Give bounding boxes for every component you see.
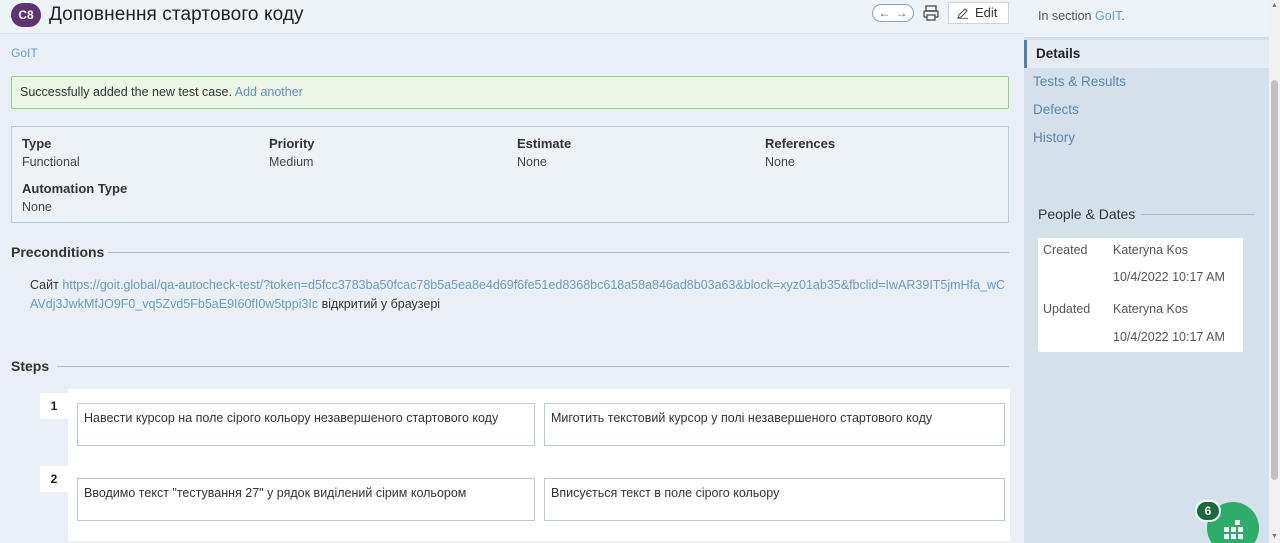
section-link[interactable]: GoIT [1095,9,1121,23]
success-text: Successfully added the new test case. [20,85,232,99]
field-label: References [765,136,836,151]
field-value: None [22,200,52,214]
edit-button[interactable]: Edit [948,2,1009,24]
scrollbar[interactable]: ▲ ▼ [1269,0,1280,543]
field-value: Functional [22,155,80,169]
success-alert: Successfully added the new test case. Ad… [11,76,1009,109]
page-title: Доповнення стартового коду [49,4,304,25]
step-number: 1 [40,393,68,419]
case-navigation: ← → [872,4,914,22]
field-label: Type [22,136,52,151]
next-case-arrow-icon[interactable]: → [893,5,910,21]
in-section-period: . [1121,9,1125,23]
case-header: C8 Доповнення стартового коду ← → Edit [0,0,1024,34]
preconditions-heading: Preconditions [11,244,105,260]
field-label: Priority [269,136,315,151]
divider [57,366,1009,367]
sidebar-item-history[interactable]: History [1024,124,1269,152]
scroll-up-arrow-icon[interactable]: ▲ [1271,2,1278,10]
field-references: References None [765,136,835,169]
case-id-badge: C8 [11,3,41,27]
created-date: 10/4/2022 10:17 AM [1113,270,1225,284]
field-label: Estimate [517,136,572,151]
divider [108,252,1009,253]
sidebar-nav: Details Tests & Results Defects History [1024,40,1269,152]
in-section-label: In section [1038,9,1092,23]
section-breadcrumb[interactable]: GoIT [11,46,38,60]
case-fields-panel: Type Functional Priority Medium Estimate… [11,126,1009,223]
edit-button-label: Edit [975,5,998,20]
divider [1141,214,1254,215]
people-dates-card: Created Kateryna Kos 10/4/2022 10:17 AM … [1038,238,1243,352]
updated-date: 10/4/2022 10:17 AM [1113,330,1225,344]
field-automation-type: Automation Type None [22,181,127,214]
step-expected-result: Вписується текст в поле сірого кольору [544,478,1005,521]
grid-icon [1224,520,1243,539]
step-number: 2 [40,466,68,492]
field-label: Automation Type [22,181,128,196]
updated-by: Kateryna Kos [1113,302,1189,316]
step-expected-result: Миготить текстовий курсор у полі незавер… [544,403,1005,446]
updated-label: Updated [1043,302,1091,316]
step-action: Навести курсор на поле сірого кольору не… [77,403,535,446]
field-estimate: Estimate None [517,136,571,169]
main-content: C8 Доповнення стартового коду ← → Edit Go… [0,0,1024,543]
pencil-icon [957,8,968,19]
precondition-suffix: відкритий у браузері [321,297,441,311]
field-type: Type Functional [22,136,80,169]
sidebar-item-defects[interactable]: Defects [1024,96,1269,124]
sidebar-item-details[interactable]: Details [1024,40,1269,68]
precondition-url-link[interactable]: https://goit.global/qa-autocheck-test/?t… [30,278,1005,311]
people-dates-heading: People & Dates [1038,206,1136,222]
steps-table: 1 Навести курсор на поле сірого кольору … [40,389,1010,541]
scroll-down-arrow-icon[interactable]: ▼ [1271,533,1278,541]
steps-heading: Steps [11,358,50,374]
prev-case-arrow-icon[interactable]: ← [876,5,893,21]
notification-count-badge: 6 [1195,500,1221,522]
precondition-prefix: Сайт [30,278,59,292]
preconditions-text: Сайт https://goit.global/qa-autocheck-te… [30,276,1006,314]
field-value: None [517,155,547,169]
step-action: Вводимо текст "тестування 27" у рядок ви… [77,478,535,521]
field-value: None [765,155,795,169]
created-label: Created [1043,243,1088,257]
add-another-link[interactable]: Add another [235,85,303,99]
right-sidebar: In section GoIT. Details Tests & Results… [1024,0,1269,543]
created-by: Kateryna Kos [1113,243,1189,257]
field-value: Medium [269,155,314,169]
sidebar-item-tests-results[interactable]: Tests & Results [1024,68,1269,96]
field-priority: Priority Medium [269,136,315,169]
scrollbar-thumb[interactable] [1271,80,1278,480]
section-info: In section GoIT. [1024,0,1269,38]
print-icon[interactable] [922,4,940,22]
